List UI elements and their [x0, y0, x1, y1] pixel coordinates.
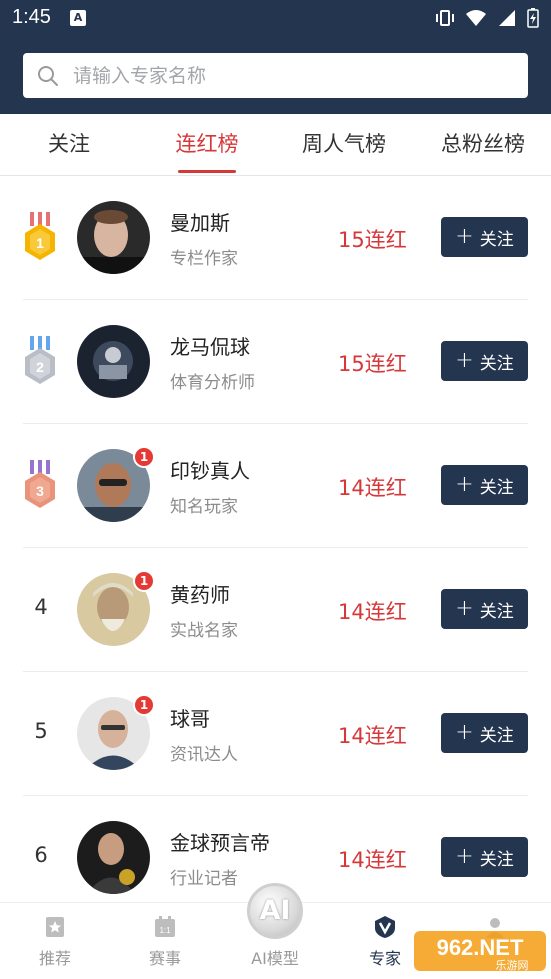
expert-row[interactable]: 3 1 印钞真人 知名玩家 14连红 + 关注	[0, 424, 551, 548]
follow-label: 关注	[479, 849, 514, 870]
watermark-subtext: 乐游网	[496, 959, 529, 972]
streak-count: 15连红	[338, 352, 407, 376]
expert-name: 曼加斯	[170, 211, 230, 235]
nav-item-recommend[interactable]: 推荐	[15, 903, 95, 979]
streak-count: 14连红	[338, 600, 407, 624]
expert-title: 专栏作家	[170, 249, 238, 269]
notification-a-icon: A	[70, 10, 86, 26]
plus-icon: +	[455, 472, 474, 497]
follow-button[interactable]: + 关注	[441, 713, 528, 753]
notification-badge: 1	[133, 446, 155, 468]
svg-text:1:1: 1:1	[159, 926, 171, 935]
expert-title: 资讯达人	[170, 745, 238, 765]
tab-streak-ranking[interactable]: 连红榜	[157, 114, 257, 176]
signal-icon	[499, 10, 515, 26]
avatar[interactable]	[77, 325, 150, 398]
status-bar: 1:45 A	[0, 0, 551, 38]
streak-count: 14连红	[338, 848, 407, 872]
plus-icon: +	[455, 844, 474, 869]
expert-name: 龙马侃球	[170, 335, 250, 359]
search-box[interactable]	[23, 53, 528, 98]
avatar[interactable]	[77, 821, 150, 894]
wifi-icon	[466, 10, 486, 26]
follow-button[interactable]: + 关注	[441, 341, 528, 381]
nav-label: 赛事	[148, 949, 181, 968]
status-time: 1:45	[12, 6, 51, 28]
rank-number: 4	[34, 595, 48, 619]
watermark-text: 962.NET	[437, 935, 524, 960]
streak-count: 14连红	[338, 476, 407, 500]
follow-button[interactable]: + 关注	[441, 837, 528, 877]
header	[0, 38, 551, 114]
tab-weekly-popularity[interactable]: 周人气榜	[289, 114, 399, 176]
follow-label: 关注	[479, 601, 514, 622]
streak-count: 14连红	[338, 724, 407, 748]
battery-charging-icon	[527, 8, 539, 28]
rank-number: 5	[34, 719, 48, 743]
star-card-icon	[46, 917, 64, 937]
follow-label: 关注	[479, 725, 514, 746]
notification-badge: 1	[133, 694, 155, 716]
svg-text:1: 1	[36, 235, 44, 251]
follow-label: 关注	[479, 353, 514, 374]
tab-bar: 关注 连红榜 周人气榜 总粉丝榜	[0, 114, 551, 176]
follow-button[interactable]: + 关注	[441, 589, 528, 629]
expert-name: 金球预言帝	[170, 831, 270, 855]
nav-label: AI模型	[251, 949, 299, 968]
expert-name: 印钞真人	[170, 459, 250, 483]
follow-label: 关注	[479, 229, 514, 250]
avatar[interactable]	[77, 201, 150, 274]
v-shield-icon	[375, 916, 395, 938]
gold-medal-icon: 1	[25, 212, 55, 260]
plus-icon: +	[455, 348, 474, 373]
plus-icon: +	[455, 224, 474, 249]
vibrate-icon	[436, 10, 454, 26]
silver-medal-icon: 2	[25, 336, 55, 384]
search-input[interactable]	[73, 53, 513, 98]
notification-badge: 1	[133, 570, 155, 592]
follow-label: 关注	[479, 477, 514, 498]
svg-text:2: 2	[36, 359, 44, 375]
nav-label: 推荐	[38, 949, 71, 968]
calendar-icon: 1:1	[155, 916, 175, 937]
tab-total-fans[interactable]: 总粉丝榜	[428, 114, 538, 176]
follow-button[interactable]: + 关注	[441, 217, 528, 257]
rank-number: 6	[34, 843, 48, 867]
expert-name: 球哥	[170, 707, 210, 731]
expert-name: 黄药师	[170, 583, 230, 607]
active-tab-indicator	[178, 170, 236, 173]
expert-row[interactable]: 5 1 球哥 资讯达人 14连红 + 关注	[0, 672, 551, 796]
expert-row[interactable]: 4 1 黄药师 实战名家 14连红 + 关注	[0, 548, 551, 672]
search-icon	[38, 66, 58, 86]
streak-count: 15连红	[338, 228, 407, 252]
ai-model-logo[interactable]: AI	[247, 883, 303, 939]
plus-icon: +	[455, 596, 474, 621]
watermark-logo: 962.NET 乐游网	[414, 931, 546, 972]
nav-item-matches[interactable]: 1:1 赛事	[125, 903, 205, 979]
expert-title: 实战名家	[170, 621, 238, 641]
tab-follow[interactable]: 关注	[20, 114, 118, 176]
bronze-medal-icon: 3	[25, 460, 55, 508]
status-icons	[435, 8, 539, 28]
expert-title: 知名玩家	[170, 497, 238, 517]
expert-row[interactable]: 1 曼加斯 专栏作家 15连红 + 关注	[0, 176, 551, 300]
expert-title: 体育分析师	[170, 373, 255, 393]
follow-button[interactable]: + 关注	[441, 465, 528, 505]
svg-text:3: 3	[36, 483, 44, 499]
expert-title: 行业记者	[170, 869, 238, 889]
plus-icon: +	[455, 720, 474, 745]
expert-row[interactable]: 2 龙马侃球 体育分析师 15连红 + 关注	[0, 300, 551, 424]
